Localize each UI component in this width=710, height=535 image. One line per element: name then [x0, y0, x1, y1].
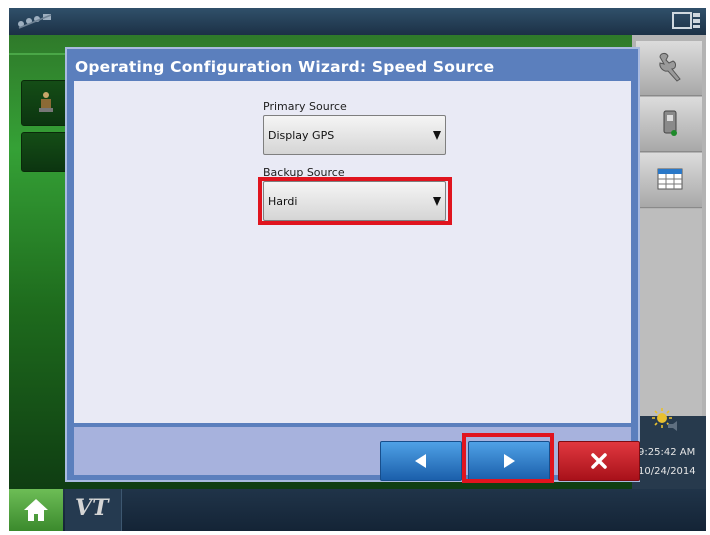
next-button-highlight: [462, 433, 554, 483]
vt-label: VT: [75, 495, 109, 521]
wrench-icon: [659, 53, 681, 82]
clock-time: 9:25:42 AM: [638, 447, 696, 458]
operator-icon: [39, 92, 53, 112]
primary-source-select[interactable]: Display GPS: [263, 115, 446, 155]
calendar-button[interactable]: [636, 153, 702, 208]
dialog-title: Operating Configuration Wizard: Speed So…: [75, 58, 495, 76]
display-settings-icon[interactable]: [672, 11, 702, 31]
triangle-left-icon: [415, 454, 426, 468]
clock-date: 10/24/2014: [638, 466, 696, 477]
x-icon: [591, 453, 607, 469]
chevron-down-icon: [433, 131, 441, 140]
primary-source-label: Primary Source: [263, 100, 347, 113]
backup-source-highlight: [258, 177, 452, 225]
table-grid-icon: [657, 168, 683, 190]
cancel-button[interactable]: [558, 441, 640, 481]
tools-button[interactable]: [636, 41, 702, 96]
gps-button[interactable]: [636, 97, 702, 152]
primary-source-value: Display GPS: [268, 129, 335, 142]
wizard-dialog: Operating Configuration Wizard: Speed So…: [65, 47, 640, 483]
bottom-nav-bar: VT: [9, 489, 706, 531]
satellite-signal-icon: [18, 14, 52, 29]
gps-receiver-icon: [663, 110, 677, 136]
back-button[interactable]: [380, 441, 462, 481]
dialog-body: Primary Source Display GPS Backup Source…: [74, 81, 631, 423]
home-icon: [24, 499, 48, 521]
sidebar-empty-area: [636, 209, 702, 417]
home-button[interactable]: [9, 489, 63, 531]
virtual-terminal-button[interactable]: VT: [65, 489, 122, 531]
right-sidebar: 9:25:42 AM 10/24/2014: [632, 35, 706, 489]
top-status-bar: [9, 8, 706, 35]
brightness-icon[interactable]: [650, 406, 680, 434]
